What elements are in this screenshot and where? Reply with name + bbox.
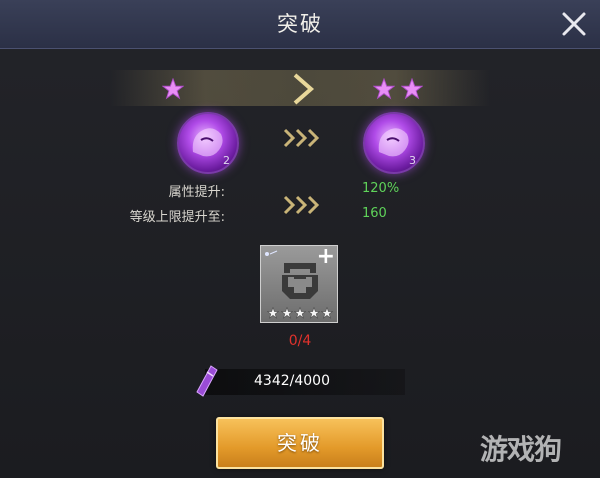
breakthrough-panel: 突破 2 3 属性提升: 120% 等级上限提升至: 160 + 0/4 434… bbox=[0, 0, 600, 478]
rating-star-icon bbox=[294, 307, 306, 319]
rating-star-icon bbox=[321, 307, 333, 319]
window-title: 突破 bbox=[277, 12, 323, 36]
title-bar: 突破 bbox=[0, 0, 600, 49]
hero-current-level: 2 bbox=[223, 154, 230, 167]
arrow-right-icon bbox=[293, 73, 315, 105]
rating-star-icon bbox=[307, 307, 320, 319]
stat-value-attribute: 120% bbox=[362, 181, 400, 196]
star-icon bbox=[401, 78, 423, 100]
sparkle-icon bbox=[265, 250, 278, 256]
triple-chevron-icon bbox=[283, 195, 320, 215]
watermark-logo: 游戏狗 bbox=[480, 433, 562, 466]
material-star-rating bbox=[267, 307, 333, 319]
stat-label-attribute: 属性提升: bbox=[168, 185, 225, 200]
stat-value-level-cap: 160 bbox=[362, 206, 387, 221]
close-button[interactable] bbox=[556, 6, 592, 42]
rating-star-icon bbox=[280, 307, 293, 319]
breakthrough-button[interactable]: 突破 bbox=[216, 417, 384, 469]
star-icon bbox=[162, 78, 184, 100]
triple-chevron-icon bbox=[283, 128, 320, 148]
material-slot[interactable]: + bbox=[260, 245, 338, 323]
star-icon bbox=[373, 78, 395, 100]
close-icon[interactable] bbox=[560, 10, 588, 38]
hero-next-level: 3 bbox=[409, 154, 416, 167]
breakthrough-button-label: 突破 bbox=[277, 431, 323, 455]
resource-amount: 4342/4000 bbox=[254, 373, 330, 389]
rating-star-icon bbox=[267, 307, 279, 319]
material-count: 0/4 bbox=[288, 333, 312, 349]
stat-label-level-cap: 等级上限提升至: bbox=[129, 210, 225, 225]
plus-icon[interactable]: + bbox=[317, 246, 335, 268]
purple-crystal-icon bbox=[196, 365, 218, 397]
